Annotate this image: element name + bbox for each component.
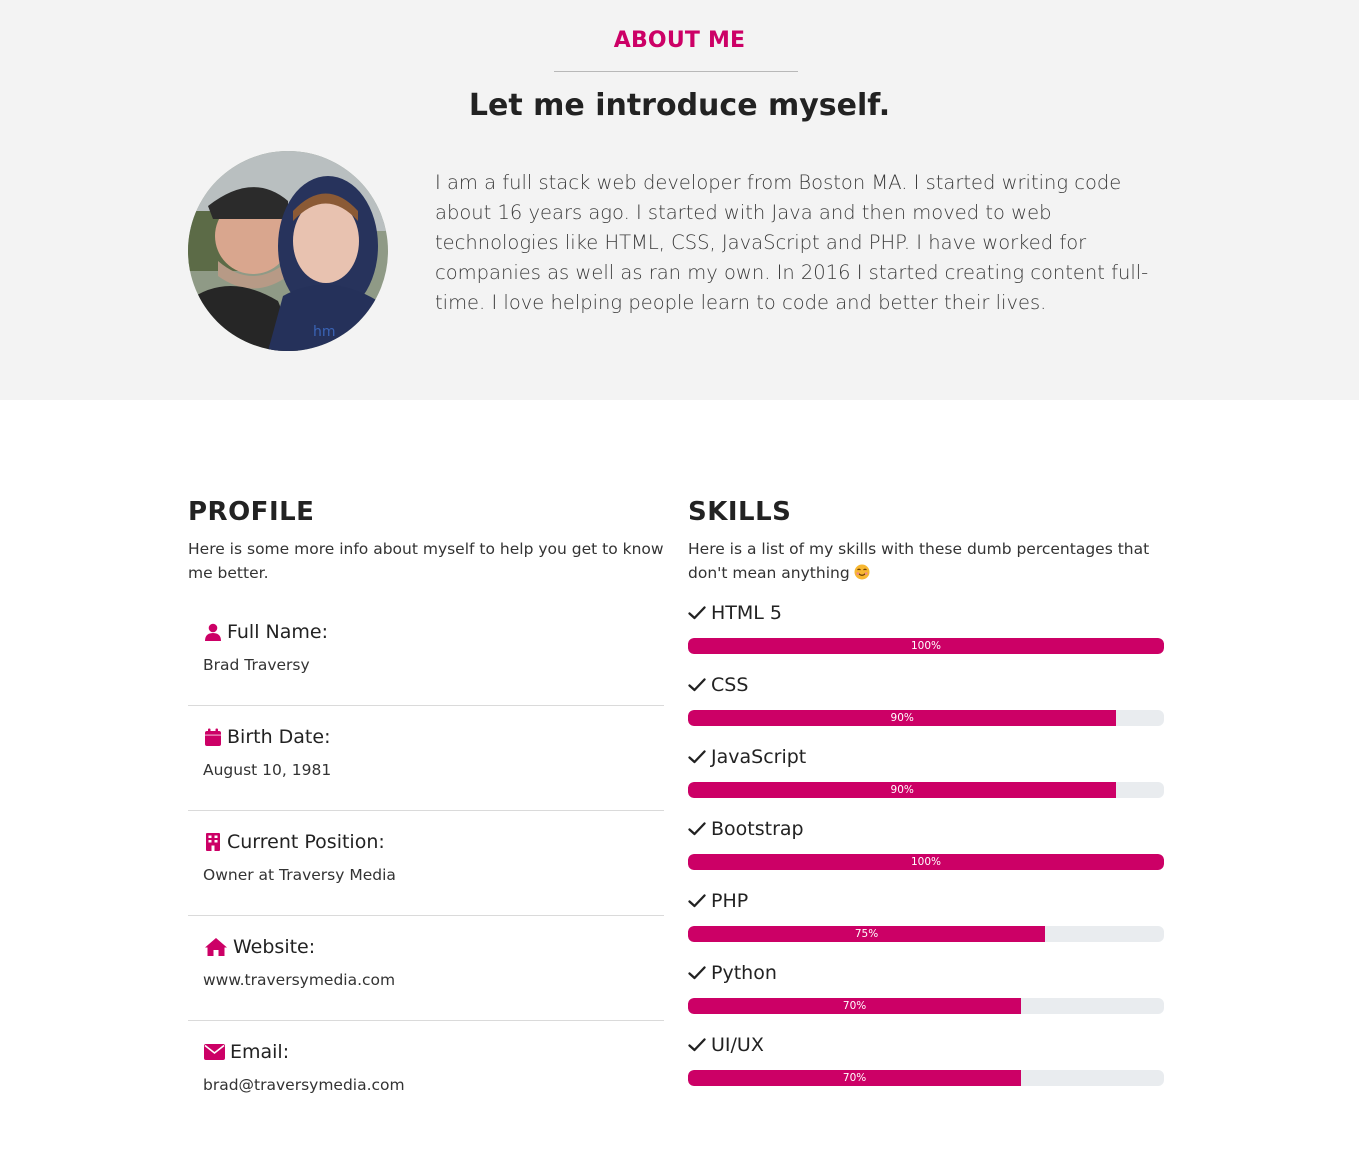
skill-item: CSS 90% bbox=[688, 674, 1164, 746]
skill-progress-bar: 70% bbox=[688, 1070, 1164, 1086]
profile-value: brad@traversymedia.com bbox=[203, 1076, 405, 1094]
skill-progress-fill: 90% bbox=[688, 710, 1117, 726]
check-icon bbox=[688, 1035, 708, 1055]
skills-title: SKILLS bbox=[688, 497, 792, 527]
user-icon bbox=[203, 622, 223, 642]
profile-list: Full Name: Brad Traversy Birth Date: Aug… bbox=[188, 601, 664, 1126]
profile-label: Full Name: bbox=[227, 621, 328, 643]
skill-item: Python 70% bbox=[688, 962, 1164, 1034]
check-icon bbox=[688, 603, 708, 623]
skill-progress-bar: 90% bbox=[688, 782, 1164, 798]
skill-progress-bar: 100% bbox=[688, 854, 1164, 870]
skill-name: PHP bbox=[711, 890, 749, 912]
svg-text:hm: hm bbox=[313, 324, 336, 340]
profile-item-birth-date: Birth Date: August 10, 1981 bbox=[188, 706, 664, 811]
skill-progress-fill: 100% bbox=[688, 854, 1164, 870]
skill-progress-fill: 70% bbox=[688, 1070, 1022, 1086]
skill-progress-fill: 100% bbox=[688, 638, 1164, 654]
skill-name: Bootstrap bbox=[711, 818, 804, 840]
skills-section: SKILLS Here is a list of my skills with … bbox=[688, 497, 1164, 1106]
profile-description: Here is some more info about myself to h… bbox=[188, 540, 664, 582]
skill-name: CSS bbox=[711, 674, 749, 696]
skill-item: PHP 75% bbox=[688, 890, 1164, 962]
skill-progress-fill: 90% bbox=[688, 782, 1117, 798]
profile-value: Owner at Traversy Media bbox=[203, 866, 396, 884]
about-subtitle: Let me introduce myself. bbox=[468, 88, 891, 123]
skills-description: Here is a list of my skills with these d… bbox=[688, 540, 1150, 582]
title-divider bbox=[554, 71, 798, 72]
home-icon bbox=[203, 937, 229, 957]
check-icon bbox=[688, 675, 708, 695]
profile-item-full-name: Full Name: Brad Traversy bbox=[188, 601, 664, 706]
about-section: ABOUT ME Let me introduce myself. hm I a… bbox=[0, 0, 1359, 400]
skill-item: UI/UX 70% bbox=[688, 1034, 1164, 1106]
profile-value: Brad Traversy bbox=[203, 656, 310, 674]
profile-label: Birth Date: bbox=[227, 726, 331, 748]
skill-name: HTML 5 bbox=[711, 602, 782, 624]
skill-name: Python bbox=[711, 962, 777, 984]
skill-progress-fill: 70% bbox=[688, 998, 1022, 1014]
skill-progress-bar: 90% bbox=[688, 710, 1164, 726]
profile-label: Website: bbox=[233, 936, 316, 958]
check-icon bbox=[688, 963, 708, 983]
profile-item-email: Email: brad@traversymedia.com bbox=[188, 1021, 664, 1126]
calendar-icon bbox=[203, 727, 223, 747]
profile-value: www.traversymedia.com bbox=[203, 971, 396, 989]
skill-item: HTML 5 100% bbox=[688, 602, 1164, 674]
skill-progress-bar: 75% bbox=[688, 926, 1164, 942]
skills-list: HTML 5 100% CSS 90% JavaScript 90% Bootstrap 10… bbox=[688, 602, 1164, 1106]
smile-emoji-icon bbox=[854, 563, 870, 580]
check-icon bbox=[688, 819, 708, 839]
building-icon bbox=[203, 832, 223, 852]
about-title: ABOUT ME bbox=[613, 28, 746, 53]
profile-title: PROFILE bbox=[188, 497, 315, 527]
envelope-icon bbox=[203, 1042, 226, 1062]
skill-name: JavaScript bbox=[711, 746, 807, 768]
profile-label: Current Position: bbox=[227, 831, 385, 853]
check-icon bbox=[688, 747, 708, 767]
profile-value: August 10, 1981 bbox=[203, 761, 332, 779]
skill-progress-bar: 70% bbox=[688, 998, 1164, 1014]
profile-item-current-position: Current Position: Owner at Traversy Medi… bbox=[188, 811, 664, 916]
skill-name: UI/UX bbox=[711, 1034, 764, 1056]
skill-item: Bootstrap 100% bbox=[688, 818, 1164, 890]
profile-photo: hm bbox=[188, 151, 388, 351]
profile-section: PROFILE Here is some more info about mys… bbox=[188, 497, 664, 1126]
skill-progress-bar: 100% bbox=[688, 638, 1164, 654]
check-icon bbox=[688, 891, 708, 911]
skill-progress-fill: 75% bbox=[688, 926, 1045, 942]
skill-item: JavaScript 90% bbox=[688, 746, 1164, 818]
profile-item-website: Website: www.traversymedia.com bbox=[188, 916, 664, 1021]
bio-text: I am a full stack web developer from Bos… bbox=[435, 171, 1149, 314]
profile-label: Email: bbox=[230, 1041, 290, 1063]
